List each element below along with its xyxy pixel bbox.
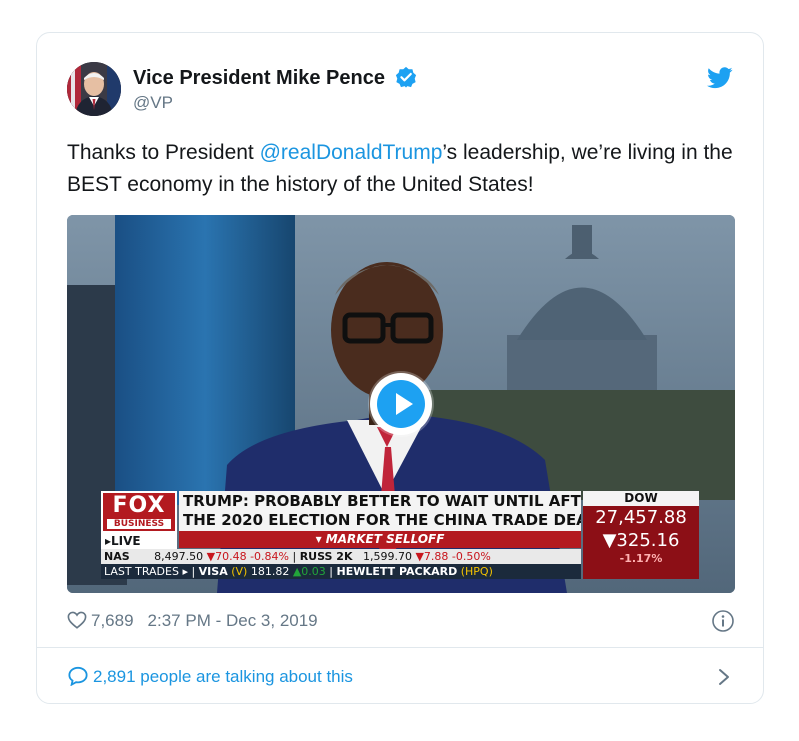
russ-value: 1,599.70 xyxy=(362,550,412,563)
reply-bubble-icon xyxy=(68,666,88,686)
visa-price: 181.82 xyxy=(250,565,290,578)
conversation-label: 2,891 people are talking about this xyxy=(93,667,353,686)
dow-percent: -1.17% xyxy=(619,552,663,565)
author-name-label: Vice President Mike Pence xyxy=(133,67,385,89)
footer-divider xyxy=(37,647,763,648)
heart-icon[interactable] xyxy=(67,611,87,629)
ticker-row-indices: NAS 8,497.50 ▼70.48 -0.84% | RUSS 2K 1,5… xyxy=(101,549,581,564)
play-icon xyxy=(377,380,425,428)
verified-badge-icon xyxy=(395,66,416,88)
fox-logo-text: FOX xyxy=(112,493,166,518)
mention-link[interactable]: @realDonaldTrump xyxy=(260,141,443,164)
nas-label: NAS xyxy=(104,550,130,563)
tweet-meta-row: 7,689 2:37 PM - Dec 3, 2019 xyxy=(67,609,735,633)
tweet-card: Vice President Mike Pence @VP Thanks to … xyxy=(36,32,764,704)
chyron-headline: TRUMP: PROBABLY BETTER TO WAIT UNTIL AFT… xyxy=(179,491,581,531)
author-name[interactable]: Vice President Mike Pence xyxy=(133,66,417,90)
nas-value: 8,497.50 xyxy=(154,550,204,563)
video-player[interactable]: FOX BUSINESS ▸LIVE TRUMP: PROBABLY BETTE… xyxy=(67,215,735,593)
russ-change: ▼7.88 xyxy=(415,550,449,563)
twitter-bird-icon[interactable] xyxy=(707,67,733,89)
nas-change: ▼70.48 xyxy=(206,550,247,563)
tweet-text: Thanks to President @realDonaldTrump’s l… xyxy=(67,137,737,201)
info-icon[interactable] xyxy=(711,609,735,633)
avatar[interactable] xyxy=(67,62,121,116)
tweet-text-before: Thanks to President xyxy=(67,141,260,164)
nas-percent: -0.84% xyxy=(250,550,289,563)
last-trades-label: LAST TRADES xyxy=(104,565,179,578)
live-label: ▸LIVE xyxy=(101,533,177,549)
fox-business-logo: FOX BUSINESS xyxy=(101,491,177,533)
conversation-link[interactable]: 2,891 people are talking about this xyxy=(67,665,735,689)
author-handle[interactable]: @VP xyxy=(133,93,173,113)
market-banner: ▾ MARKET SELLOFF xyxy=(179,531,581,548)
headline-line-1: TRUMP: PROBABLY BETTER TO WAIT UNTIL AFT… xyxy=(183,492,581,510)
dow-value: 27,457.88 xyxy=(595,507,687,528)
dow-label: DOW xyxy=(583,491,699,506)
dow-change: ▼325.16 xyxy=(602,530,680,551)
visa-label: VISA xyxy=(198,565,228,578)
russ-percent: -0.50% xyxy=(451,550,491,563)
russ-label: RUSS 2K xyxy=(299,550,353,563)
chevron-right-icon xyxy=(719,669,729,685)
play-button[interactable] xyxy=(370,373,432,435)
tweet-timestamp[interactable]: 2:37 PM - Dec 3, 2019 xyxy=(148,611,318,630)
visa-change: ▲0.03 xyxy=(292,565,326,578)
ticker-row-trades: LAST TRADES ▸ | VISA (V) 181.82 ▲0.03 | … xyxy=(101,564,581,579)
news-chyron: FOX BUSINESS ▸LIVE TRUMP: PROBABLY BETTE… xyxy=(101,491,699,581)
fox-logo-sub: BUSINESS xyxy=(107,519,171,529)
visa-symbol: (V) xyxy=(231,565,248,578)
hp-symbol: (HPQ) xyxy=(460,565,493,578)
headline-line-2: THE 2020 ELECTION FOR THE CHINA TRADE DE… xyxy=(183,511,581,529)
dow-index-box: DOW 27,457.88 ▼325.16 -1.17% xyxy=(583,491,699,579)
like-count[interactable]: 7,689 xyxy=(91,611,134,630)
hp-label: HEWLETT PACKARD xyxy=(336,565,458,578)
